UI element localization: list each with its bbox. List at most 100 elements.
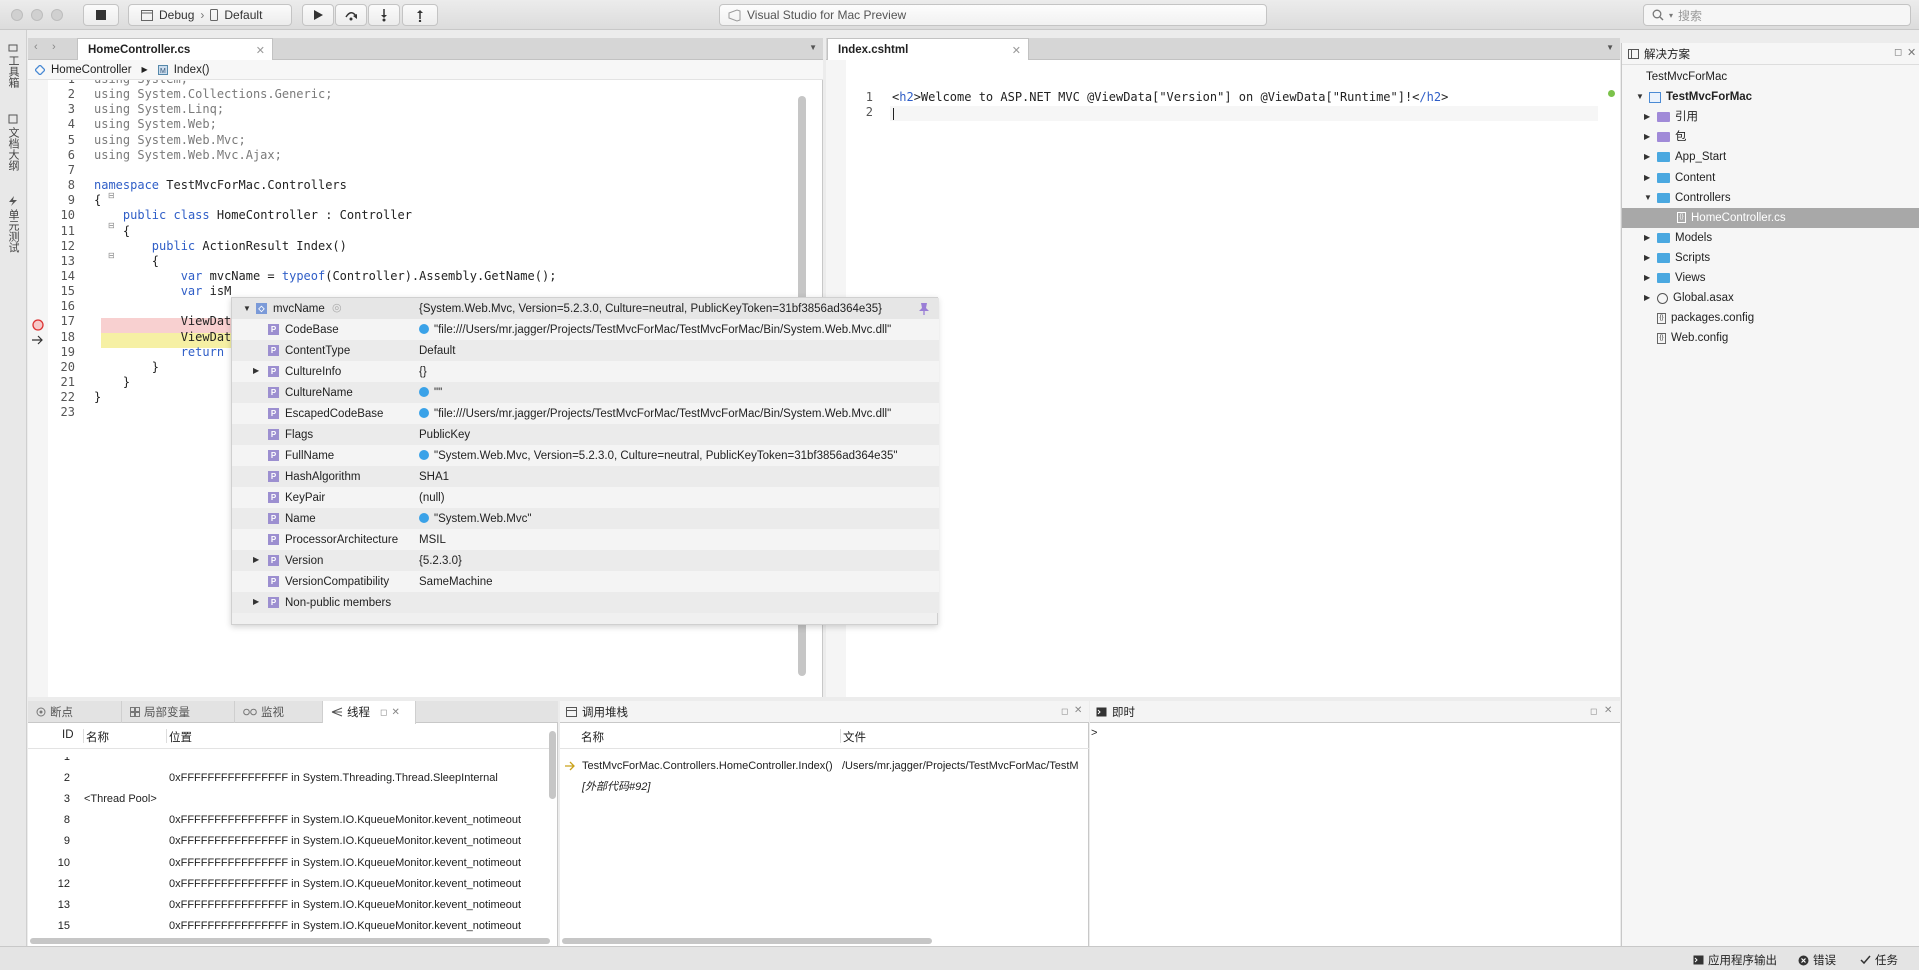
expand-arrow-icon[interactable]: ▶ <box>253 597 259 606</box>
code-line[interactable]: 2 using System.Collections.Generic; <box>55 87 815 102</box>
tab-dropdown-icon[interactable]: ▼ <box>809 43 817 52</box>
code-line[interactable]: 13 { <box>55 254 815 269</box>
refresh-icon[interactable] <box>419 512 429 523</box>
datatip-row[interactable]: P ContentType Default <box>232 340 939 361</box>
close-tab-icon[interactable]: ✕ <box>1012 44 1021 57</box>
table-row[interactable]: 12 0xFFFFFFFFFFFFFFFF in System.IO.Kqueue… <box>28 874 550 895</box>
immediate-input[interactable]: > <box>1090 723 1620 946</box>
threads-vscrollbar[interactable] <box>549 731 556 799</box>
datatip-row[interactable]: ▶ P CultureInfo {} <box>232 361 939 382</box>
table-row[interactable]: 9 0xFFFFFFFFFFFFFFFF in System.IO.KqueueM… <box>28 831 550 852</box>
collapsed-arrow-icon[interactable]: ▶ <box>1644 147 1652 167</box>
datatip-row[interactable]: ▶ P Non-public members <box>232 592 939 613</box>
code-line[interactable]: 5 using System.Web.Mvc; <box>55 133 815 148</box>
solution-node[interactable]: ▶ Global.asax <box>1644 288 1734 308</box>
tasks-button[interactable]: 任务 <box>1860 952 1898 968</box>
table-row[interactable]: 13 0xFFFFFFFFFFFFFFFF in System.IO.Kqueue… <box>28 895 550 916</box>
zoom-window-button[interactable] <box>51 9 63 21</box>
datatip-row[interactable]: P KeyPair (null) <box>232 487 939 508</box>
solution-node[interactable]: ▶ Views <box>1644 268 1705 288</box>
maximize-pad-icon[interactable]: ◻ <box>380 707 387 718</box>
code-line[interactable]: 9{ <box>55 193 815 208</box>
configuration-selector[interactable]: Debug › Default <box>128 4 292 26</box>
breakpoint-icon[interactable] <box>32 319 44 331</box>
tab-watch[interactable]: 监视 <box>235 700 323 723</box>
datatip-row[interactable]: P Name "System.Web.Mvc" <box>232 508 939 529</box>
close-pad-icon[interactable]: ✕ <box>1907 46 1916 59</box>
code-lines[interactable]: 1 <h2>Welcome to ASP.NET MVC @ViewData["V… <box>853 90 1613 690</box>
tab-locals[interactable]: 局部变量 <box>122 700 235 723</box>
table-row[interactable]: 8 0xFFFFFFFFFFFFFFFF in System.IO.KqueueM… <box>28 810 550 831</box>
solution-node[interactable]: ▼ TestMvcForMac <box>1636 87 1752 107</box>
toolbox-tab[interactable]: 工具箱 <box>4 42 22 88</box>
table-row[interactable]: 3 <Thread Pool> <box>28 789 550 810</box>
datatip-root-row[interactable]: ▼ ◇ mvcName ◎ {System.Web.Mvc, Version=5… <box>232 298 939 319</box>
solution-node[interactable]: {} Web.config <box>1644 328 1728 348</box>
table-row[interactable]: 10 0xFFFFFFFFFFFFFFFF in System.IO.Kqueue… <box>28 853 550 874</box>
datatip-row[interactable]: P CultureName "" <box>232 382 939 403</box>
application-output-button[interactable]: 应用程序输出 <box>1693 952 1777 968</box>
code-line[interactable]: 8 namespace TestMvcForMac.Controllers <box>55 178 815 193</box>
collapse-arrow-icon[interactable]: ▼ <box>243 304 251 313</box>
datatip-row[interactable]: P ProcessorArchitecture MSIL <box>232 529 939 550</box>
close-pad-icon[interactable]: ✕ <box>1604 705 1612 716</box>
column-location[interactable]: 位置 <box>166 729 192 744</box>
solution-node[interactable]: ▶ App_Start <box>1644 147 1726 167</box>
expand-arrow-icon[interactable]: ▶ <box>253 366 259 375</box>
refresh-icon[interactable] <box>419 407 429 418</box>
code-line[interactable]: 2 <box>853 105 1613 120</box>
code-line[interactable]: 1 <h2>Welcome to ASP.NET MVC @ViewData["V… <box>853 90 1613 105</box>
collapsed-arrow-icon[interactable]: ▶ <box>1644 228 1652 248</box>
code-line[interactable]: 7 <box>55 163 815 178</box>
nav-back-icon[interactable]: ‹ <box>34 41 38 53</box>
eye-icon[interactable]: ◎ <box>332 301 342 314</box>
expand-arrow-icon[interactable]: ▶ <box>253 555 259 564</box>
minimize-window-button[interactable] <box>31 9 43 21</box>
solution-node[interactable]: ▶ 包 <box>1644 127 1687 147</box>
column-id[interactable]: ID <box>62 729 74 741</box>
nav-forward-icon[interactable]: › <box>52 41 56 53</box>
fold-icon[interactable]: ⊟ <box>108 221 115 230</box>
datatip-row[interactable]: P FullName "System.Web.Mvc, Version=5.2.3.… <box>232 445 939 466</box>
close-window-button[interactable] <box>11 9 23 21</box>
datatip-row[interactable]: ▶ P Version {5.2.3.0} <box>232 550 939 571</box>
step-over-button[interactable] <box>335 4 367 26</box>
breadcrumb-method[interactable]: Index() <box>174 64 210 76</box>
solution-node[interactable]: ▶ Scripts <box>1644 248 1710 268</box>
code-line[interactable]: 1 using System; <box>55 80 815 87</box>
code-line[interactable]: 11 { <box>55 224 815 239</box>
code-line[interactable]: 14 var mvcName = typeof(Controller).Asse… <box>55 269 815 284</box>
fold-icon[interactable]: ⊟ <box>108 191 115 200</box>
unit-test-tab[interactable]: 单元测试 <box>4 196 22 253</box>
step-out-button[interactable] <box>402 4 438 26</box>
close-pad-icon[interactable]: ✕ <box>1074 705 1082 716</box>
datatip-row[interactable]: P CodeBase "file:///Users/mr.jagger/Projec… <box>232 319 939 340</box>
table-row[interactable]: 15 0xFFFFFFFFFFFFFFFF in System.IO.Kqueue… <box>28 916 550 933</box>
tab-breakpoints[interactable]: 断点 <box>28 700 122 723</box>
solution-node[interactable]: ▶ Content <box>1644 168 1715 188</box>
solution-node[interactable]: ▶ 引用 <box>1644 107 1698 127</box>
code-line[interactable]: 3 using System.Linq; <box>55 102 815 117</box>
maximize-pad-icon[interactable]: ◻ <box>1590 706 1597 717</box>
solution-node[interactable]: ▼ Controllers <box>1644 188 1731 208</box>
tab-threads[interactable]: 线程 ◻ ✕ <box>323 700 416 724</box>
solution-node[interactable]: TestMvcForMac <box>1628 67 1727 87</box>
column-name[interactable]: 名称 <box>83 729 109 744</box>
column-name[interactable]: 名称 <box>581 729 604 745</box>
gutter-margin[interactable] <box>28 80 48 697</box>
datatip-row[interactable]: P Flags PublicKey <box>232 424 939 445</box>
callstack-hscrollbar[interactable] <box>562 938 932 944</box>
collapsed-arrow-icon[interactable]: ▶ <box>1644 127 1652 147</box>
collapsed-arrow-icon[interactable]: ▶ <box>1644 107 1652 127</box>
document-outline-tab[interactable]: 文档大纲 <box>4 114 22 171</box>
refresh-icon[interactable] <box>419 386 429 397</box>
code-line[interactable]: 12 public ActionResult Index() <box>55 239 815 254</box>
datatip-row[interactable]: P HashAlgorithm SHA1 <box>232 466 939 487</box>
datatip-row[interactable]: P VersionCompatibility SameMachine <box>232 571 939 592</box>
collapsed-arrow-icon[interactable]: ▶ <box>1644 168 1652 188</box>
step-into-button[interactable] <box>368 4 400 26</box>
fold-icon[interactable]: ⊟ <box>108 251 115 260</box>
errors-button[interactable]: 错误 <box>1798 952 1836 968</box>
tab-index-cshtml[interactable]: Index.cshtml ✕ <box>827 38 1029 60</box>
collapsed-arrow-icon[interactable]: ▶ <box>1644 248 1652 268</box>
